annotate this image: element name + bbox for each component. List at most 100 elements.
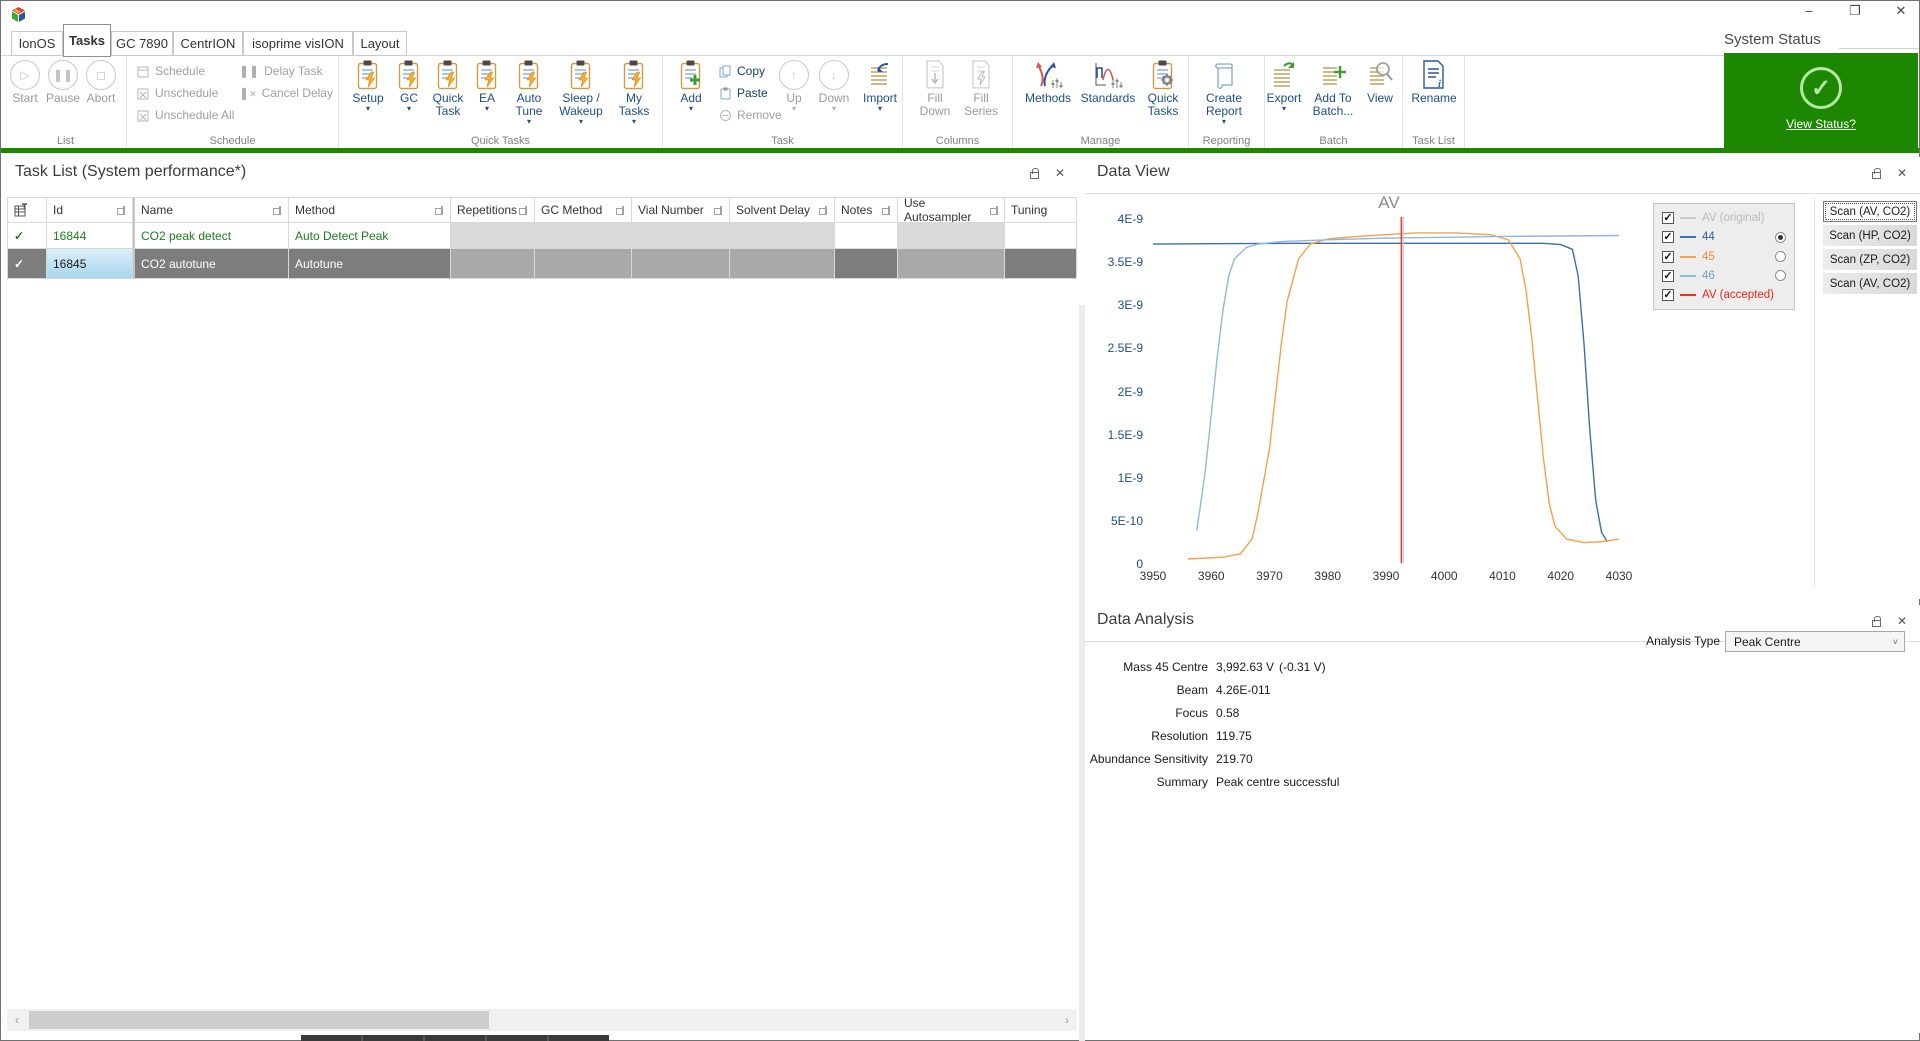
legend-item-46[interactable]: ✓ 46 bbox=[1662, 268, 1786, 284]
cell-tuning[interactable] bbox=[1005, 249, 1077, 279]
tab-isoprime-vision[interactable]: isoprime visION bbox=[243, 31, 353, 56]
col-header-repetitions[interactable]: Repetitions bbox=[451, 197, 535, 223]
cancel-delay-button[interactable]: ❚✕ Cancel Delay bbox=[239, 84, 333, 102]
pause-button[interactable]: ❚❚ Pause bbox=[45, 58, 81, 132]
cell-notes[interactable] bbox=[835, 223, 898, 249]
ea-button[interactable]: EA bbox=[468, 58, 506, 132]
radio-selected-icon[interactable] bbox=[1775, 231, 1786, 243]
standards-button[interactable]: Standards bbox=[1077, 58, 1139, 132]
taskbar-strip bbox=[301, 1035, 609, 1041]
close-button[interactable]: ✕ bbox=[1889, 3, 1913, 19]
series-color-swatch bbox=[1680, 294, 1696, 296]
col-header-method[interactable]: Method bbox=[289, 197, 451, 223]
clipboard-lightning-icon bbox=[395, 58, 423, 92]
legend-item-44[interactable]: ✓ 44 bbox=[1662, 229, 1786, 245]
horizontal-scrollbar[interactable]: ‹ › bbox=[7, 1009, 1077, 1031]
radio-unselected-icon[interactable] bbox=[1775, 270, 1786, 282]
copy-button[interactable]: Copy bbox=[719, 62, 765, 80]
auto-tune-button[interactable]: Auto Tune bbox=[506, 58, 552, 132]
rename-button[interactable]: i Rename bbox=[1407, 58, 1461, 132]
checkbox-checked-icon[interactable]: ✓ bbox=[1662, 289, 1674, 301]
scan-av-co2-button-2[interactable]: Scan (AV, CO2) bbox=[1823, 273, 1917, 294]
row-selector-header[interactable] bbox=[7, 197, 47, 223]
cell-notes[interactable] bbox=[835, 249, 898, 279]
cell-id[interactable]: 16844 bbox=[47, 223, 133, 249]
col-header-use-autosampler[interactable]: Use Autosampler bbox=[898, 197, 1005, 223]
tab-ionos[interactable]: IonOS bbox=[11, 31, 63, 56]
task-row-16844[interactable]: ✓ 16844 CO2 peak detect Auto Detect Peak bbox=[7, 223, 1077, 249]
start-button[interactable]: ▷ Start bbox=[7, 58, 43, 132]
cell-tuning[interactable] bbox=[1005, 223, 1077, 249]
add-button[interactable]: Add bbox=[671, 58, 711, 132]
legend-item-45[interactable]: ✓ 45 bbox=[1662, 249, 1786, 265]
checkbox-checked-icon[interactable]: ✓ bbox=[1662, 231, 1674, 244]
add-to-batch-button[interactable]: Add To Batch... bbox=[1307, 58, 1359, 132]
abort-button[interactable]: ◻ Abort bbox=[83, 58, 119, 132]
col-header-notes[interactable]: Notes bbox=[835, 197, 898, 223]
methods-button[interactable]: Methods bbox=[1019, 58, 1077, 132]
col-header-id[interactable]: Id bbox=[47, 197, 133, 223]
legend-item-av-accepted[interactable]: ✓ AV (accepted) bbox=[1662, 287, 1786, 303]
quick-task-button[interactable]: Quick Task bbox=[426, 58, 470, 132]
scan-av-co2-button[interactable]: Scan (AV, CO2) bbox=[1823, 201, 1917, 222]
col-header-name[interactable]: Name bbox=[133, 197, 289, 223]
remove-button[interactable]: Remove bbox=[719, 106, 782, 124]
task-row-16845-selected[interactable]: ✓ 16845 CO2 autotune Autotune bbox=[7, 249, 1077, 279]
pin-panel-icon[interactable] bbox=[1871, 167, 1881, 179]
legend-item-av-original[interactable]: ✓ AV (original) bbox=[1662, 210, 1786, 226]
radio-unselected-icon[interactable] bbox=[1775, 251, 1786, 262]
close-panel-icon[interactable]: ✕ bbox=[1897, 615, 1907, 627]
tab-layout[interactable]: Layout bbox=[353, 31, 407, 56]
cell-method[interactable]: Auto Detect Peak bbox=[289, 223, 451, 249]
minimize-button[interactable]: – bbox=[1797, 3, 1821, 19]
x-tick: 3950 bbox=[1139, 569, 1167, 583]
move-up-button[interactable]: ↑ Up bbox=[775, 58, 813, 132]
system-status-panel[interactable]: ✓ View Status? bbox=[1724, 53, 1918, 152]
sleep-wakeup-button[interactable]: Sleep / Wakeup bbox=[554, 58, 608, 132]
close-panel-icon[interactable]: ✕ bbox=[1055, 167, 1065, 179]
export-button[interactable]: Export bbox=[1265, 58, 1303, 132]
view-batch-button[interactable]: View bbox=[1361, 58, 1399, 132]
import-button[interactable]: Import bbox=[859, 58, 901, 132]
y-tick: 3E-9 bbox=[1117, 298, 1143, 313]
move-down-button[interactable]: ↓ Down bbox=[815, 58, 853, 132]
tab-gc7890[interactable]: GC 7890 bbox=[111, 31, 173, 56]
checkbox-checked-icon[interactable]: ✓ bbox=[1662, 212, 1674, 224]
view-status-link[interactable]: View Status? bbox=[1786, 117, 1856, 131]
peak-scan-chart[interactable] bbox=[1151, 213, 1621, 565]
scan-hp-co2-button[interactable]: Scan (HP, CO2) bbox=[1823, 225, 1917, 246]
cell-id-editing[interactable]: 16845 bbox=[47, 249, 133, 279]
col-header-gc-method[interactable]: GC Method bbox=[535, 197, 632, 223]
col-header-tuning[interactable]: Tuning bbox=[1005, 197, 1077, 223]
gc-button[interactable]: GC bbox=[390, 58, 428, 132]
schedule-button[interactable]: Schedule bbox=[137, 62, 205, 80]
manage-quick-tasks-button[interactable]: Quick Tasks bbox=[1141, 58, 1185, 132]
cell-name[interactable]: CO2 autotune bbox=[133, 249, 289, 279]
setup-button[interactable]: Setup bbox=[346, 58, 390, 132]
paste-button[interactable]: Paste bbox=[719, 84, 768, 102]
scroll-left-arrow[interactable]: ‹ bbox=[9, 1013, 25, 1027]
unschedule-button[interactable]: Unschedule bbox=[137, 84, 218, 102]
col-header-vial-number[interactable]: Vial Number bbox=[632, 197, 730, 223]
unschedule-all-button[interactable]: Unschedule All bbox=[137, 106, 234, 124]
col-header-solvent-delay[interactable]: Solvent Delay bbox=[730, 197, 835, 223]
fill-down-button[interactable]: Fill Down bbox=[915, 58, 955, 132]
analysis-type-select[interactable]: Peak Centre ˅ bbox=[1725, 631, 1905, 652]
cell-method[interactable]: Autotune bbox=[289, 249, 451, 279]
checkbox-checked-icon[interactable]: ✓ bbox=[1662, 250, 1674, 263]
close-panel-icon[interactable]: ✕ bbox=[1897, 167, 1907, 179]
my-tasks-button[interactable]: My Tasks bbox=[612, 58, 656, 132]
scrollbar-thumb[interactable] bbox=[29, 1011, 489, 1029]
scan-zp-co2-button[interactable]: Scan (ZP, CO2) bbox=[1823, 249, 1917, 270]
create-report-button[interactable]: Create Report bbox=[1193, 58, 1255, 132]
pin-panel-icon[interactable] bbox=[1871, 615, 1881, 627]
maximize-button[interactable]: ❐ bbox=[1843, 3, 1867, 19]
cell-name[interactable]: CO2 peak detect bbox=[133, 223, 289, 249]
scroll-right-arrow[interactable]: › bbox=[1059, 1013, 1075, 1027]
pin-panel-icon[interactable] bbox=[1029, 167, 1039, 179]
checkbox-checked-icon[interactable]: ✓ bbox=[1662, 269, 1674, 282]
delay-task-button[interactable]: ❚❚ Delay Task bbox=[239, 62, 323, 80]
tab-tasks[interactable]: Tasks bbox=[63, 24, 111, 57]
tab-centrion[interactable]: CentrION bbox=[173, 31, 243, 56]
fill-series-button[interactable]: Fill Series bbox=[961, 58, 1001, 132]
